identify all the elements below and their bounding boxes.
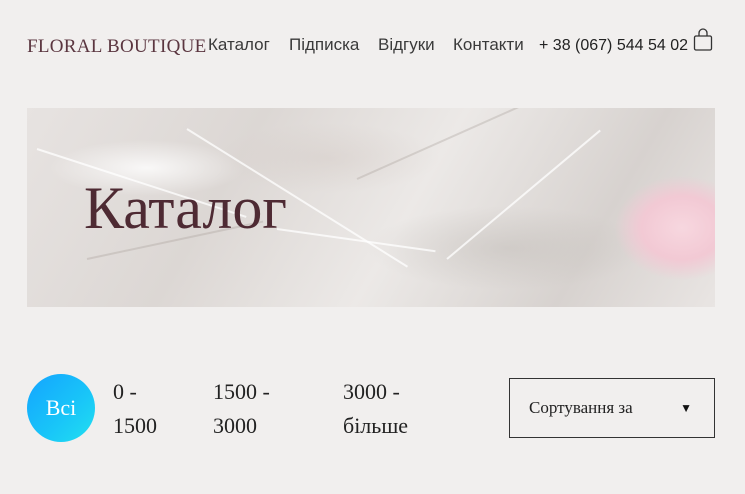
filter-all-button[interactable]: Всі: [27, 374, 95, 442]
hero-banner: Каталог: [27, 108, 715, 307]
filter-range-line1: 1500 -: [213, 379, 270, 404]
filter-range-line2: більше: [343, 413, 409, 438]
nav-item-contacts[interactable]: Контакти: [453, 35, 524, 55]
sort-dropdown[interactable]: Сортування за ▼: [509, 378, 715, 438]
filter-range-line2: 3000: [213, 413, 257, 438]
nav-item-catalog[interactable]: Каталог: [208, 35, 270, 55]
filter-range-3000-plus[interactable]: 3000 - більше: [343, 375, 443, 443]
sort-dropdown-label: Сортування за: [529, 398, 633, 417]
filter-range-line2: 1500: [113, 413, 157, 438]
filter-range-1500-3000[interactable]: 1500 - 3000: [213, 375, 313, 443]
page-title: Каталог: [84, 175, 287, 241]
filter-range-line1: 3000 -: [343, 379, 400, 404]
brand-logo[interactable]: FLORAL BOUTIQUE: [27, 36, 207, 58]
phone-number[interactable]: + 38 (067) 544 54 02: [539, 37, 688, 55]
triangle-down-icon: ▼: [680, 401, 692, 415]
nav-item-reviews[interactable]: Відгуки: [378, 35, 435, 55]
filter-range-line1: 0 -: [113, 379, 137, 404]
shopping-bag-icon[interactable]: [693, 28, 713, 52]
filter-range-0-1500[interactable]: 0 - 1500: [113, 375, 193, 443]
nav-item-subscription[interactable]: Підписка: [289, 35, 359, 55]
filter-all-label: Всі: [45, 395, 77, 420]
